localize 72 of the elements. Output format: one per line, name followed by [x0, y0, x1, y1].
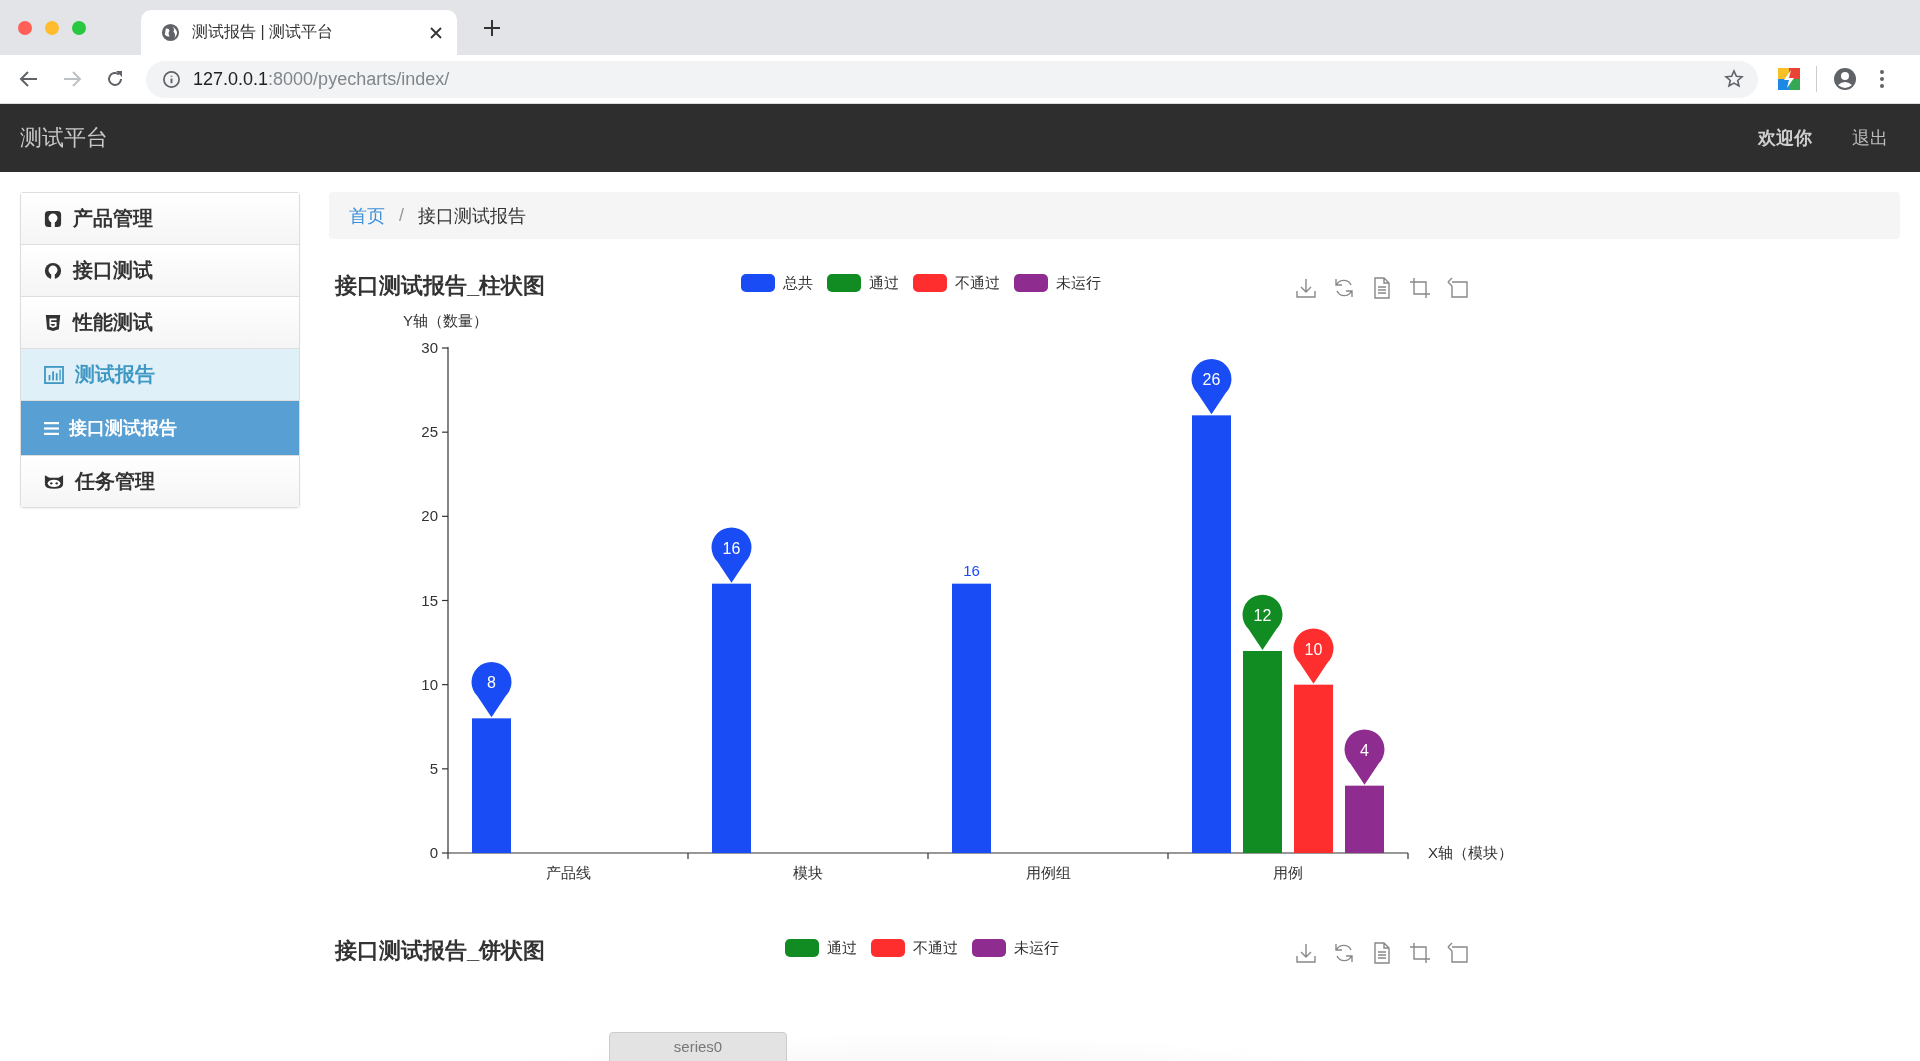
- shield-icon: [44, 313, 62, 332]
- series-tab[interactable]: series0: [609, 1032, 787, 1061]
- url-text: 127.0.0.1:8000/pyecharts/index/: [193, 68, 451, 90]
- legend-item[interactable]: 未运行: [972, 938, 1059, 958]
- axis-title: Y轴（数量）: [403, 312, 488, 329]
- circle-logo-icon: [44, 261, 62, 280]
- address-bar[interactable]: 127.0.0.1:8000/pyecharts/index/: [146, 60, 1758, 98]
- axis-tick-label: 15: [421, 591, 438, 609]
- chart-title: 接口测试报告_柱状图: [333, 272, 547, 300]
- axis-tick-label: 5: [429, 759, 438, 777]
- marker-pin: 8: [471, 662, 512, 718]
- sidebar-item[interactable]: 产品管理: [21, 193, 299, 245]
- forward-icon[interactable]: [62, 69, 82, 89]
- marker-pin: 10: [1293, 628, 1334, 684]
- crop-icon[interactable]: [1409, 942, 1431, 964]
- axis-tick-label: 用例组: [1025, 864, 1071, 881]
- refresh-icon[interactable]: [1333, 277, 1355, 299]
- nav-link[interactable]: 欢迎你: [1758, 126, 1812, 150]
- menu-icon[interactable]: [1879, 69, 1885, 89]
- cat-icon: [44, 473, 64, 490]
- star-icon[interactable]: [1724, 69, 1744, 89]
- axis-tick-label: 模块: [793, 864, 823, 881]
- browser-tab[interactable]: 测试报告 | 测试平台: [141, 10, 457, 55]
- axis-tick-label: 20: [421, 507, 438, 525]
- document-icon[interactable]: [1371, 942, 1393, 964]
- back-icon[interactable]: [19, 69, 39, 89]
- refresh-icon[interactable]: [1333, 942, 1355, 964]
- avatar-icon[interactable]: [1833, 67, 1857, 91]
- sidebar-item[interactable]: 接口测试: [21, 245, 299, 297]
- axis-title: X轴（模块）: [1428, 844, 1513, 861]
- document-icon[interactable]: [1371, 277, 1393, 299]
- legend-item[interactable]: 不通过: [871, 938, 958, 958]
- marker-pin: 16: [711, 527, 752, 583]
- axis-tick-label: 用例: [1273, 864, 1303, 881]
- download-icon[interactable]: [1295, 942, 1317, 964]
- bar-chart-icon: [44, 365, 64, 384]
- undo-icon[interactable]: [1447, 277, 1469, 299]
- axis-tick-label: 30: [421, 339, 438, 356]
- plus-icon[interactable]: [483, 18, 501, 37]
- axis-tick-label: 0: [429, 844, 438, 861]
- data-label: 16: [963, 561, 980, 579]
- breadcrumb-current: 接口测试报告: [418, 204, 526, 228]
- reload-icon[interactable]: [105, 69, 125, 89]
- maximize-window-icon[interactable]: [72, 20, 86, 35]
- axis-tick-label: 25: [421, 423, 438, 441]
- legend-item[interactable]: 未运行: [1014, 273, 1101, 293]
- axis-tick-label: 产品线: [545, 864, 591, 881]
- legend-item[interactable]: 总共: [741, 273, 813, 293]
- undo-icon[interactable]: [1447, 942, 1469, 964]
- tab-title: 测试报告 | 测试平台: [192, 22, 335, 42]
- close-icon[interactable]: [429, 25, 443, 40]
- marker-pin: 4: [1344, 729, 1385, 785]
- legend-item[interactable]: 不通过: [913, 273, 1000, 293]
- close-window-icon[interactable]: [18, 20, 32, 35]
- sidebar-item[interactable]: 任务管理: [21, 456, 299, 507]
- chart-title: 接口测试报告_饼状图: [333, 937, 547, 965]
- legend-item[interactable]: 通过: [827, 273, 899, 293]
- square-logo-icon: [44, 209, 62, 228]
- axis-tick-label: 10: [421, 675, 438, 693]
- menu-icon: [44, 421, 59, 435]
- sidebar-item[interactable]: 性能测试: [21, 297, 299, 349]
- legend-item[interactable]: 通过: [785, 938, 857, 958]
- crop-icon[interactable]: [1409, 277, 1431, 299]
- nav-link[interactable]: 退出: [1852, 126, 1888, 150]
- download-icon[interactable]: [1295, 277, 1317, 299]
- extension-icon[interactable]: [1778, 68, 1800, 90]
- breadcrumb-separator: /: [399, 205, 404, 226]
- marker-pin: 12: [1242, 594, 1283, 650]
- marker-pin: 26: [1191, 359, 1232, 415]
- brand-title[interactable]: 测试平台: [20, 123, 108, 153]
- info-icon[interactable]: [162, 69, 181, 89]
- globe-icon: [161, 23, 180, 42]
